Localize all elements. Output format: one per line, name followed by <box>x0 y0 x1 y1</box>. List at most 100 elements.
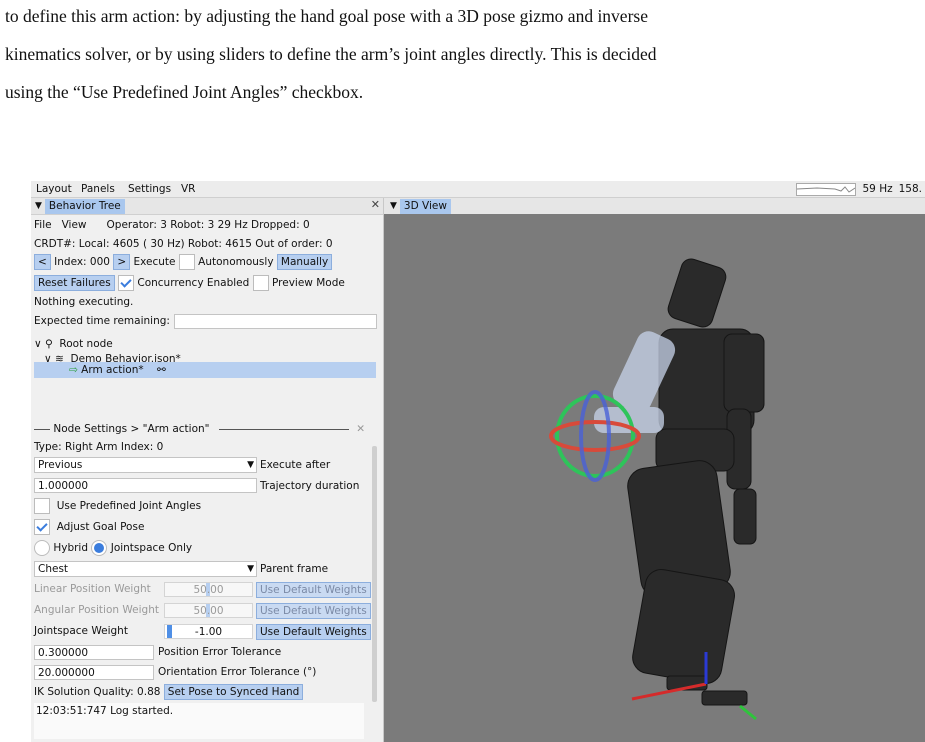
3d-view-tab-label: 3D View <box>399 198 451 214</box>
reset-row: Reset Failures Concurrency Enabled Previ… <box>34 275 345 291</box>
hybrid-label: Hybrid <box>53 542 89 554</box>
framerate-label: 59 Hz <box>862 183 893 195</box>
3d-view-tab[interactable]: ▼ 3D View <box>390 198 451 214</box>
orientation-tolerance-field[interactable]: 20.000000 <box>34 665 154 680</box>
jointspace-only-label: Jointspace Only <box>110 542 193 554</box>
index-label: Index: 000 <box>54 256 110 268</box>
robot-shoulder <box>723 333 765 413</box>
ik-quality-label: IK Solution Quality: 0.88 <box>34 686 161 698</box>
tab-collapse-icon[interactable]: ▼ <box>35 201 42 211</box>
tree-node-icon: ⚲ <box>45 338 53 350</box>
execute-label: Execute <box>133 256 176 268</box>
position-tolerance-field[interactable]: 0.300000 <box>34 645 154 660</box>
linear-weight-slider[interactable]: 50.00 <box>164 582 253 597</box>
adjust-goal-pose-label: Adjust Goal Pose <box>56 521 145 533</box>
ik-mode-row: Hybrid Jointspace Only <box>34 540 192 556</box>
sparkline-graph <box>796 185 855 193</box>
parent-frame-label: Parent frame <box>260 563 329 575</box>
adjust-row: Adjust Goal Pose <box>34 519 144 535</box>
3d-view-panel[interactable]: ▼ 3D View <box>384 198 925 742</box>
expected-time-field[interactable] <box>174 314 377 329</box>
gizmo-green-ring[interactable] <box>555 394 635 478</box>
framerate-extra: 158. <box>898 183 922 195</box>
use-predefined-joint-angles-checkbox[interactable] <box>34 498 50 514</box>
angular-weight-value: 50.00 <box>193 605 224 617</box>
tree-root-node[interactable]: ∨ ⚲ Root node <box>34 336 113 352</box>
node-settings-header: Node Settings > "Arm action" ✕ <box>34 421 376 437</box>
robot-lower-legs <box>632 568 735 684</box>
robot-left-forearm <box>733 488 757 545</box>
autonomously-checkbox[interactable] <box>178 254 195 270</box>
linear-weight-label: Linear Position Weight <box>34 583 151 595</box>
execute-after-dropdown[interactable]: Previous ▼ <box>34 457 257 473</box>
chevron-down-icon[interactable]: ∨ <box>34 338 42 350</box>
trajectory-duration-field[interactable]: 1.000000 <box>34 478 257 493</box>
panel-menu-file[interactable]: File <box>34 219 52 231</box>
jointspace-default-weights-button[interactable]: Use Default Weights <box>256 624 371 640</box>
tab-collapse-icon[interactable]: ▼ <box>390 201 397 211</box>
menu-settings[interactable]: Settings <box>128 183 171 195</box>
jointspace-weight-value: -1.00 <box>194 626 223 638</box>
behavior-tree-tabbar: ▼ Behavior Tree ✕ <box>31 198 383 215</box>
header-rule-left <box>34 428 50 430</box>
dropdown-arrow-icon[interactable]: ▼ <box>247 458 254 473</box>
framerate-sparkline <box>795 182 856 196</box>
ik-row: IK Solution Quality: 0.88 Set Pose to Sy… <box>34 684 304 700</box>
header-rule-right <box>218 428 349 430</box>
close-icon[interactable]: ✕ <box>356 423 365 435</box>
use-predefined-joint-angles-label: Use Predefined Joint Angles <box>56 500 202 512</box>
node-type-label: Type: Right Arm Index: 0 <box>34 441 164 453</box>
close-icon[interactable]: ✕ <box>371 198 380 211</box>
adjust-goal-pose-checkbox[interactable] <box>34 519 50 535</box>
parent-frame-value: Chest <box>38 563 69 575</box>
paper-line-2: kinematics solver, or by using sliders t… <box>5 44 657 64</box>
angular-weight-slider[interactable]: 50.00 <box>164 603 253 618</box>
gizmo-blue-ring[interactable] <box>579 390 611 482</box>
manually-button[interactable]: Manually <box>276 254 333 270</box>
preview-mode-label: Preview Mode <box>272 277 345 289</box>
3d-scene[interactable] <box>384 214 925 742</box>
angular-default-weights-button[interactable]: Use Default Weights <box>256 603 371 619</box>
arm-icon: ⚯ <box>156 364 166 376</box>
panel-menu-view[interactable]: View <box>62 219 87 231</box>
linear-weight-value: 50.00 <box>193 584 224 596</box>
panel-menu-row: File View Operator: 3 Robot: 3 29 Hz Dro… <box>34 217 310 233</box>
orientation-tolerance-label: Orientation Error Tolerance (°) <box>158 666 317 678</box>
connection-status: Operator: 3 Robot: 3 29 Hz Dropped: 0 <box>106 219 310 231</box>
behavior-tree-tab[interactable]: ▼ Behavior Tree <box>35 198 125 214</box>
execute-after-value: Previous <box>38 459 83 471</box>
arrow-right-icon: ⇨ <box>69 364 78 376</box>
predef-row: Use Predefined Joint Angles <box>34 498 201 514</box>
jointspace-weight-label: Jointspace Weight <box>34 625 128 637</box>
expected-time-label: Expected time remaining: <box>34 315 170 327</box>
menu-layout[interactable]: Layout <box>36 183 72 195</box>
parent-frame-dropdown[interactable]: Chest ▼ <box>34 561 257 577</box>
robot-right-foot <box>701 690 748 706</box>
3d-view-tabbar: ▼ 3D View <box>384 198 925 214</box>
concurrency-checkbox[interactable] <box>118 275 135 291</box>
arm-node-label: Arm action* <box>81 364 144 376</box>
jointspace-only-radio[interactable] <box>91 540 108 556</box>
app-window: Layout Panels Settings VR 59 Hz 158. ▼ B… <box>31 181 925 742</box>
log-line: 12:03:51:747 Log started. <box>36 705 174 717</box>
hybrid-radio[interactable] <box>34 540 50 556</box>
menu-panels[interactable]: Panels <box>81 183 115 195</box>
set-pose-synced-hand-button[interactable]: Set Pose to Synced Hand <box>163 684 304 700</box>
preview-mode-checkbox[interactable] <box>252 275 269 291</box>
menu-vr[interactable]: VR <box>181 183 195 195</box>
prev-index-button[interactable]: < <box>34 254 51 270</box>
dropdown-arrow-icon[interactable]: ▼ <box>247 562 254 577</box>
root-node-label: Root node <box>59 338 113 350</box>
scrollbar[interactable] <box>372 446 377 702</box>
concurrency-label: Concurrency Enabled <box>137 277 250 289</box>
jointspace-weight-slider[interactable]: -1.00 <box>164 624 253 639</box>
axis-y <box>739 704 757 721</box>
slider-grab[interactable] <box>167 625 172 638</box>
tree-arm-node[interactable]: ⇨ Arm action* ⚯ <box>69 362 166 378</box>
next-index-button[interactable]: > <box>113 254 131 270</box>
linear-default-weights-button[interactable]: Use Default Weights <box>256 582 371 598</box>
log-panel: 12:03:51:747 Log started. <box>34 703 364 739</box>
paper-line-3: using the “Use Predefined Joint Angles” … <box>5 82 364 102</box>
autonomously-label: Autonomously <box>198 256 274 268</box>
reset-failures-button[interactable]: Reset Failures <box>34 275 115 291</box>
